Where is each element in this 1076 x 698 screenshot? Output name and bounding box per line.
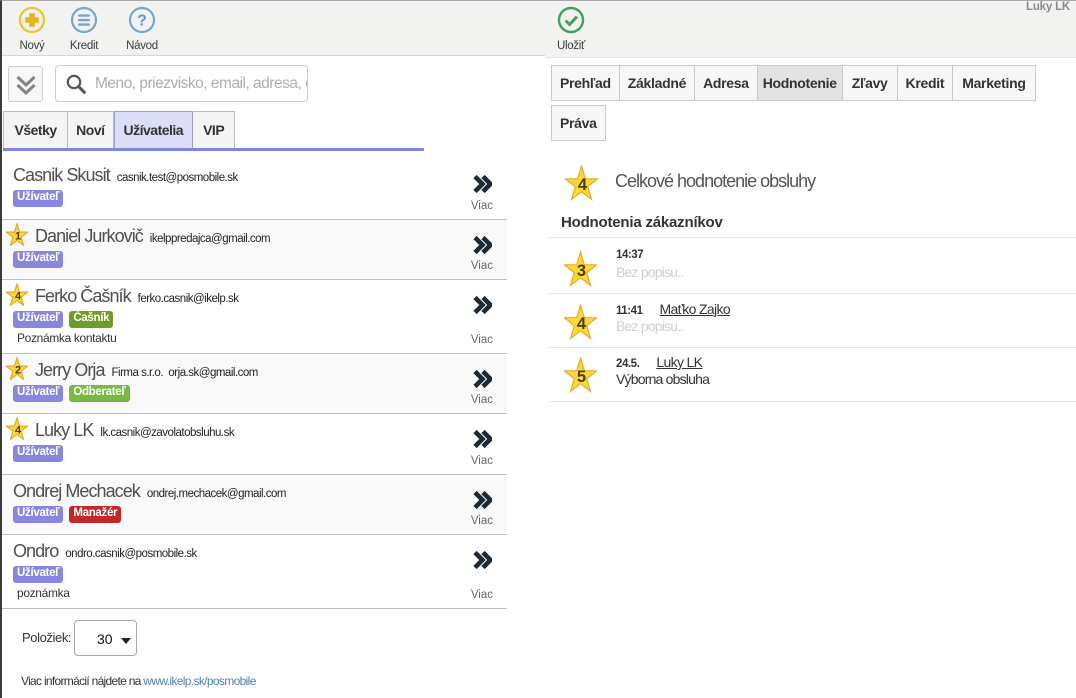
svg-text:3: 3	[577, 262, 586, 280]
svg-text:4: 4	[15, 290, 22, 302]
svg-text:2: 2	[15, 364, 21, 376]
svg-text:4: 4	[578, 176, 588, 194]
svg-text:5: 5	[577, 368, 586, 386]
svg-text:4: 4	[577, 315, 587, 333]
svg-text:?: ?	[137, 13, 147, 30]
svg-text:4: 4	[15, 424, 22, 436]
svg-text:1: 1	[15, 230, 21, 242]
